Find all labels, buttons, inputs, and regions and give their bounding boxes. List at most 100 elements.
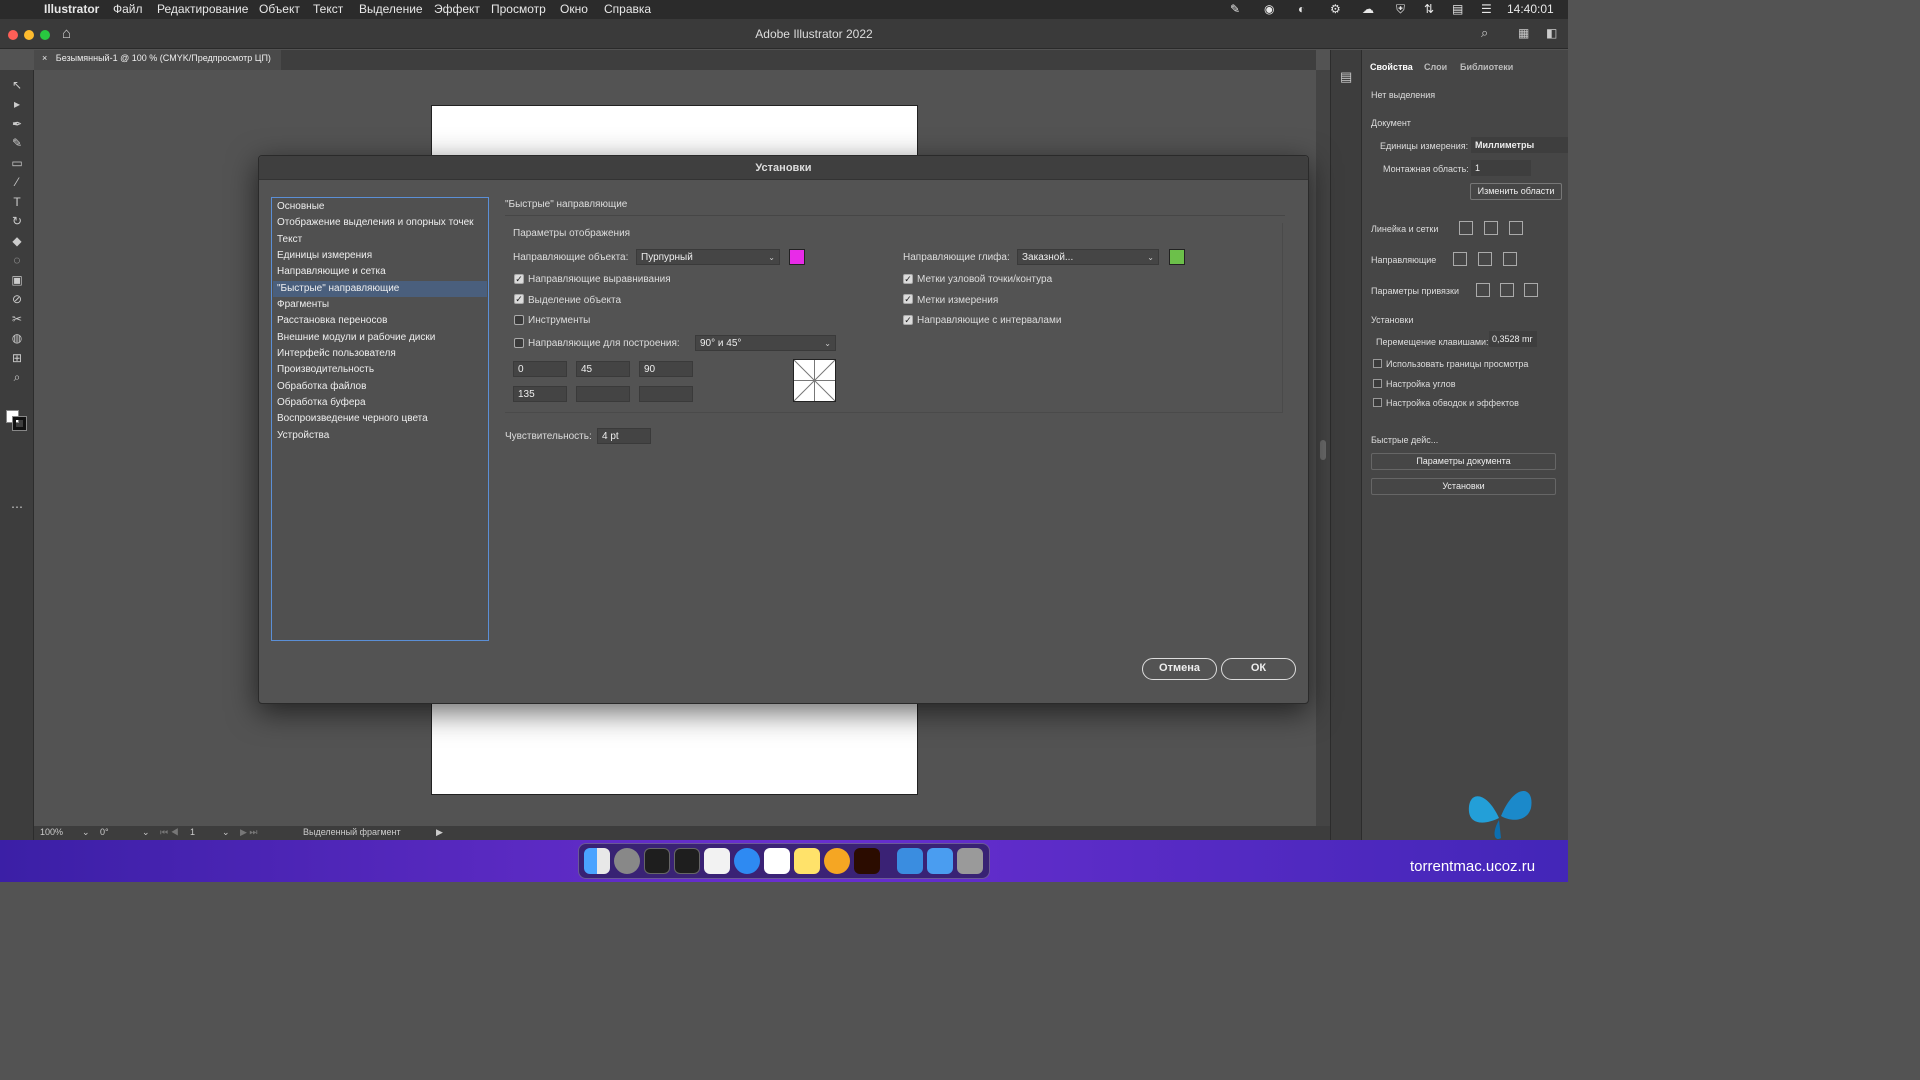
blend-tool-icon[interactable]: ✂ (9, 312, 25, 326)
zoom-tool-icon[interactable]: ⌕ (9, 370, 25, 384)
cancel-button[interactable]: Отмена (1142, 658, 1217, 680)
tab-properties[interactable]: Свойства (1370, 62, 1413, 72)
category-item[interactable]: Интерфейс пользователя (273, 346, 487, 362)
tab-libraries[interactable]: Библиотеки (1460, 62, 1513, 72)
terminal-icon[interactable] (644, 848, 670, 874)
artboard-dropdown-icon[interactable]: ⌄ (222, 827, 230, 838)
trash-icon[interactable] (957, 848, 983, 874)
object-guides-color-swatch[interactable] (789, 249, 805, 265)
pen-tool-icon[interactable]: ✒ (9, 117, 25, 131)
menu-edit[interactable]: Редактирование (157, 2, 248, 16)
category-item[interactable]: Производительность (273, 362, 487, 378)
comments-icon[interactable]: ▤ (1340, 69, 1352, 85)
textedit-icon[interactable] (704, 848, 730, 874)
category-item[interactable]: Внешние модули и рабочие диски (273, 330, 487, 346)
ok-button[interactable]: ОК (1221, 658, 1296, 680)
menu-type[interactable]: Текст (313, 2, 343, 16)
angle-field-1[interactable]: 0 (513, 361, 567, 377)
direct-selection-tool-icon[interactable]: ▸ (9, 97, 25, 111)
menu-app-name[interactable]: Illustrator (44, 2, 99, 16)
sync-icon[interactable]: ◉ (1264, 2, 1274, 16)
construction-guides-checkbox[interactable] (514, 338, 524, 348)
app-a-icon[interactable] (824, 848, 850, 874)
menu-effect[interactable]: Эффект (434, 2, 480, 16)
category-item[interactable]: Расстановка переносов (273, 313, 487, 329)
vertical-scrollbar[interactable] (1316, 70, 1330, 826)
menu-select[interactable]: Выделение (359, 2, 423, 16)
scroll-thumb[interactable] (1320, 440, 1326, 460)
finder-icon[interactable] (584, 848, 610, 874)
last-artboard-icon[interactable]: ▶ ⏭ (240, 827, 258, 838)
category-item[interactable]: Обработка файлов (273, 379, 487, 395)
brush-tool-icon[interactable]: ⁄ (9, 175, 25, 189)
status-menu-icon[interactable]: ▶ (436, 827, 443, 838)
pin-icon[interactable]: ✎ (1230, 2, 1240, 16)
object-guides-select[interactable]: Пурпурный ⌄ (636, 249, 780, 265)
menu-view[interactable]: Просмотр (491, 2, 546, 16)
measurement-labels-checkbox[interactable]: ✓ (903, 294, 913, 304)
construction-guides-select[interactable]: 90° и 45° ⌄ (695, 335, 836, 351)
search-icon[interactable]: ⌕ (1481, 25, 1488, 41)
angle-field-2[interactable]: 45 (576, 361, 630, 377)
applications-folder-icon[interactable] (927, 848, 953, 874)
category-item[interactable]: Обработка буфера (273, 395, 487, 411)
keyboard-increment-input[interactable]: 0,3528 mr (1489, 331, 1537, 347)
stroke-swatch[interactable] (12, 416, 27, 431)
menu-object[interactable]: Объект (259, 2, 300, 16)
gradient-tool-icon[interactable]: ▣ (9, 273, 25, 287)
workspace-icon[interactable]: ▦ (1518, 26, 1529, 40)
more-tools-icon[interactable]: ⋯ (9, 500, 25, 514)
lasso-tool-icon[interactable]: ◌ (9, 253, 25, 267)
category-item[interactable]: Единицы измерения (273, 248, 487, 264)
units-select[interactable]: Миллиметры (1471, 137, 1568, 153)
zoom-level[interactable]: 100% (40, 827, 63, 837)
panel-toggle-icon[interactable]: ◧ (1546, 26, 1557, 40)
smart-guides-icon[interactable] (1503, 252, 1517, 266)
category-item[interactable]: Основные (273, 199, 487, 215)
category-item[interactable]: Устройства (273, 428, 487, 444)
zoom-dropdown-icon[interactable]: ⌄ (82, 827, 90, 838)
eyedropper-tool-icon[interactable]: ⊘ (9, 292, 25, 306)
menu-help[interactable]: Справка (604, 2, 651, 16)
ruler-icon[interactable] (1459, 221, 1473, 235)
category-item[interactable]: Текст (273, 232, 487, 248)
curvature-tool-icon[interactable]: ✎ (9, 136, 25, 150)
snap-glyph-icon[interactable] (1524, 283, 1538, 297)
tolerance-input[interactable]: 4 pt (597, 428, 651, 444)
angle-field-4[interactable]: 135 (513, 386, 567, 402)
document-setup-button[interactable]: Параметры документа (1371, 453, 1556, 470)
close-tab-icon[interactable]: × (42, 53, 47, 63)
glyph-guides-select[interactable]: Заказной... ⌄ (1017, 249, 1159, 265)
menu-window[interactable]: Окно (560, 2, 588, 16)
snap-pixel-icon[interactable] (1500, 283, 1514, 297)
artboard-number[interactable]: 1 (190, 827, 195, 837)
guides-show-icon[interactable] (1453, 252, 1467, 266)
preferences-button[interactable]: Установки (1371, 478, 1556, 495)
translate-icon[interactable]: ⚙ (1330, 2, 1341, 16)
category-item[interactable]: Воспроизведение черного цвета (273, 411, 487, 427)
category-item[interactable]: Направляющие и сетка (273, 264, 487, 280)
guides-lock-icon[interactable] (1478, 252, 1492, 266)
shape-builder-tool-icon[interactable]: ◍ (9, 331, 25, 345)
anchor-path-labels-checkbox[interactable]: ✓ (903, 274, 913, 284)
category-item[interactable]: Отображение выделения и опорных точек (273, 215, 487, 231)
category-list[interactable]: Основные Отображение выделения и опорных… (271, 197, 489, 641)
edit-artboards-button[interactable]: Изменить области (1470, 183, 1562, 200)
rectangle-tool-icon[interactable]: ▭ (9, 156, 25, 170)
rotate-dropdown-icon[interactable]: ⌄ (142, 827, 150, 838)
eraser-tool-icon[interactable]: ◆ (9, 234, 25, 248)
angle-field-6[interactable] (639, 386, 693, 402)
category-item[interactable]: Фрагменты (273, 297, 487, 313)
angle-field-3[interactable]: 90 (639, 361, 693, 377)
notes-icon[interactable] (794, 848, 820, 874)
toggle-icon[interactable]: ◐ (1298, 2, 1305, 16)
downloads-folder-icon[interactable] (897, 848, 923, 874)
activity-monitor-icon[interactable] (674, 848, 700, 874)
safari-icon[interactable] (734, 848, 760, 874)
artboard-tool-icon[interactable]: ⊞ (9, 351, 25, 365)
rotate-tool-icon[interactable]: ↻ (9, 214, 25, 228)
system-preferences-icon[interactable] (614, 848, 640, 874)
tab-layers[interactable]: Слои (1424, 62, 1447, 72)
angle-field-5[interactable] (576, 386, 630, 402)
transform-tools-checkbox[interactable] (514, 315, 524, 325)
